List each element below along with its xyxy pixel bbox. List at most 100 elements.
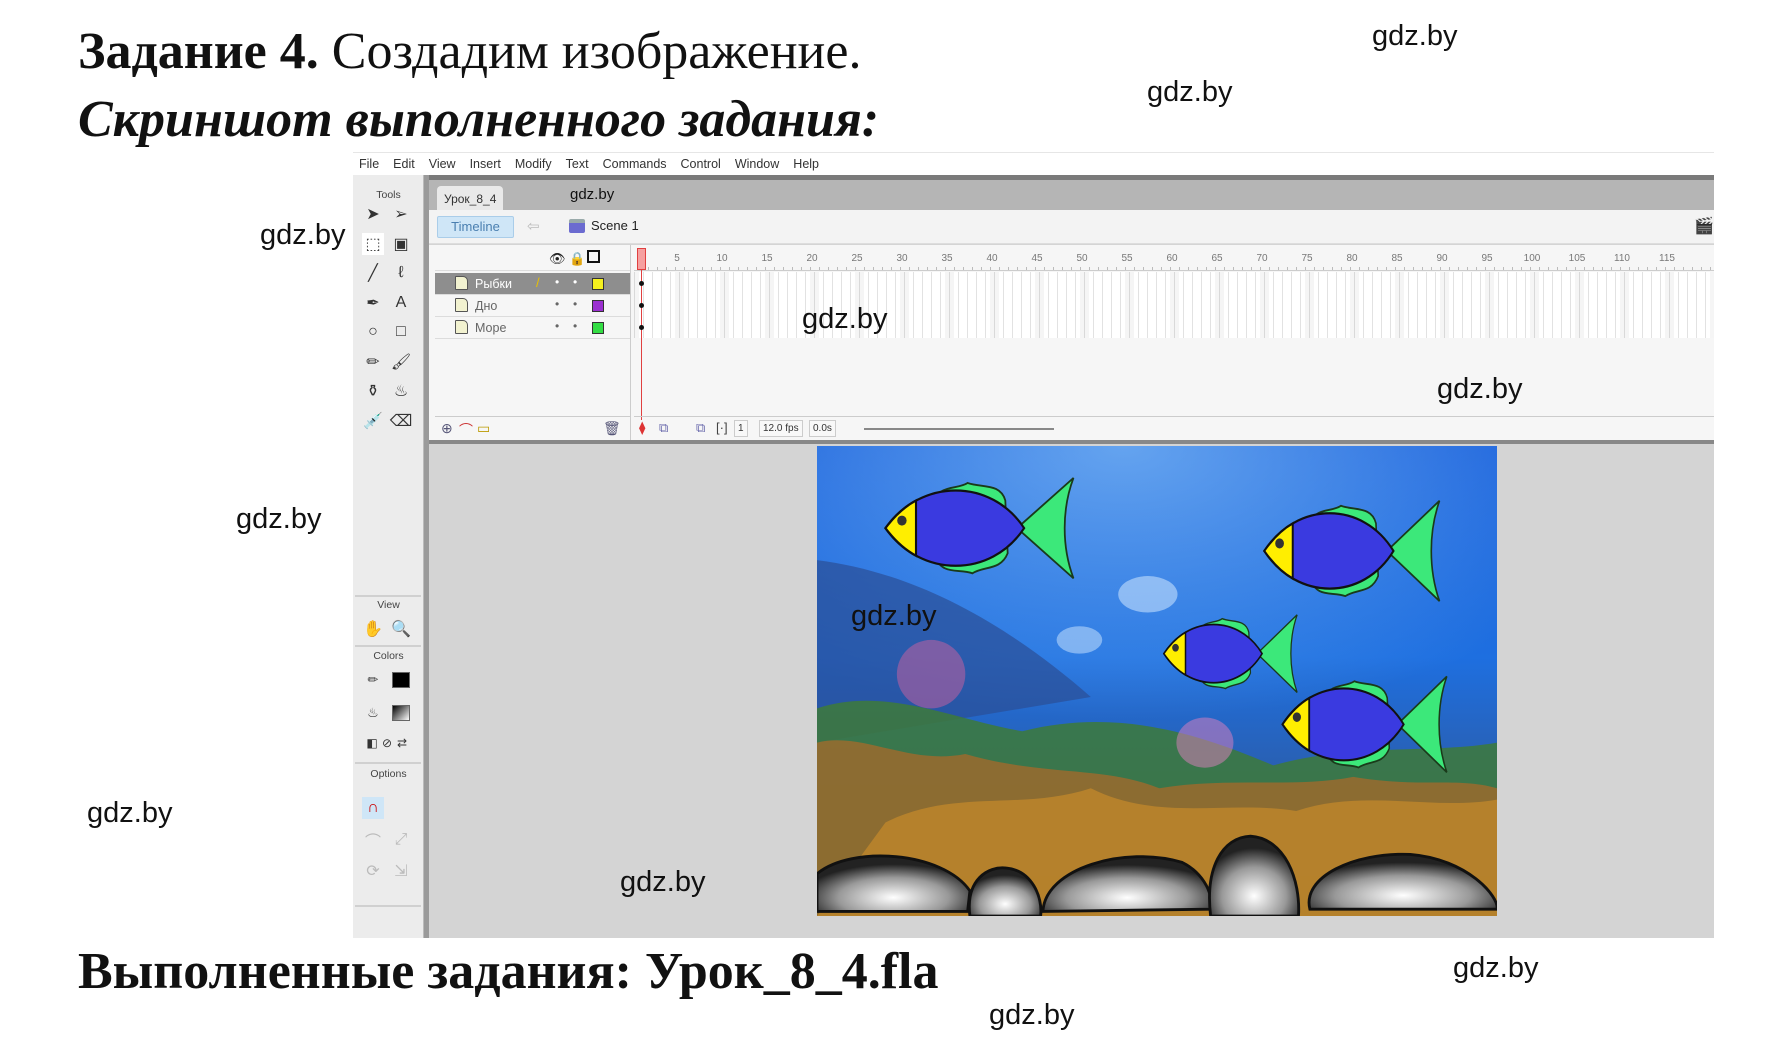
menu-insert[interactable]: Insert bbox=[470, 157, 501, 171]
straighten-icon[interactable]: ⤢ bbox=[390, 829, 412, 851]
outline-color-swatch[interactable] bbox=[592, 300, 604, 312]
scene-breadcrumb[interactable]: Scene 1 bbox=[569, 218, 639, 233]
ink-bottle-icon[interactable]: ⚱ bbox=[362, 380, 384, 402]
onion-skin-icon[interactable]: ⧉ bbox=[659, 420, 668, 436]
pen-icon[interactable]: ✒ bbox=[362, 292, 384, 314]
jellyfish bbox=[1118, 576, 1178, 613]
new-folder-icon[interactable]: ▭ bbox=[477, 420, 490, 437]
rotate-icon[interactable]: ⟳ bbox=[362, 860, 384, 882]
menu-modify[interactable]: Modify bbox=[515, 157, 552, 171]
ruler-label: 95 bbox=[1481, 253, 1493, 264]
paint-bucket-icon[interactable]: ♨ bbox=[390, 380, 412, 402]
scale-icon[interactable]: ⇲ bbox=[390, 860, 412, 882]
eye-icon[interactable]: 👁 bbox=[549, 251, 566, 267]
edit-scene-icon[interactable]: 🎬 bbox=[1694, 216, 1714, 236]
frames-panel[interactable]: 5 10 15 20 25 30 35 40 45 50 55 60 65 70 75 80 85 90 95 100… bbox=[634, 245, 1714, 440]
motion-guide-icon[interactable]: ⌒ bbox=[459, 420, 473, 440]
pencil-icon[interactable]: ✏ bbox=[362, 669, 384, 691]
watermark: gdz.by bbox=[236, 503, 322, 535]
subtitle: Скриншот выполненного задания: bbox=[78, 91, 880, 148]
tools-panel: Tools View Colors Options ➤ ➢ ⬚ ▣ ╱ ℓ ✒ A ○ □ ✏ 🖌 ⚱ ♨… bbox=[353, 175, 424, 938]
pencil-icon[interactable]: ✏ bbox=[362, 351, 384, 373]
swap-colors-icon[interactable]: ⇄ bbox=[391, 732, 413, 754]
timeline-panel: 👁 🔒 ⊕ ⌒ ▭ 🗑 Рыбки / • • Дно • • Море • • 5 10 15 20 2… bbox=[429, 245, 1714, 440]
options-label: Options bbox=[370, 768, 407, 780]
menu-commands[interactable]: Commands bbox=[603, 157, 667, 171]
lock-dot[interactable]: • bbox=[573, 319, 577, 333]
ruler-label: 25 bbox=[851, 253, 863, 264]
layer-row[interactable]: Дно • • bbox=[435, 295, 630, 317]
fill-color-swatch[interactable] bbox=[392, 705, 410, 721]
stage-canvas[interactable] bbox=[817, 446, 1497, 916]
keyframe[interactable] bbox=[639, 325, 644, 330]
keyframe[interactable] bbox=[639, 281, 644, 286]
menu-help[interactable]: Help bbox=[793, 157, 819, 171]
free-transform-icon[interactable]: ⬚ bbox=[362, 232, 384, 255]
subselection-arrow-icon[interactable]: ➢ bbox=[390, 203, 412, 225]
menu-edit[interactable]: Edit bbox=[393, 157, 415, 171]
brush-icon[interactable]: 🖌 bbox=[390, 351, 412, 373]
line-icon[interactable]: ╱ bbox=[362, 262, 384, 284]
outline-icon[interactable] bbox=[587, 250, 600, 263]
oval-icon[interactable]: ○ bbox=[362, 321, 384, 343]
view-label: View bbox=[377, 599, 400, 611]
outline-color-swatch[interactable] bbox=[592, 322, 604, 334]
playhead[interactable] bbox=[637, 248, 646, 270]
frame-rate[interactable]: 12.0 fps bbox=[759, 420, 803, 437]
snap-magnet-icon[interactable]: ∩ bbox=[362, 797, 384, 819]
hand-icon[interactable]: ✋ bbox=[362, 618, 384, 640]
layer-icon bbox=[455, 276, 468, 290]
menu-view[interactable]: View bbox=[429, 157, 456, 171]
ruler-label: 70 bbox=[1256, 253, 1268, 264]
layer-name: Дно bbox=[475, 299, 498, 313]
menu-control[interactable]: Control bbox=[681, 157, 721, 171]
layer-row[interactable]: Рыбки / • • bbox=[435, 273, 630, 295]
keyframe[interactable] bbox=[639, 303, 644, 308]
menu-file[interactable]: File bbox=[359, 157, 379, 171]
selection-arrow-icon[interactable]: ➤ bbox=[362, 203, 384, 225]
ruler-label: 15 bbox=[761, 253, 773, 264]
layer-icon bbox=[455, 298, 468, 312]
eraser-icon[interactable]: ⌫ bbox=[390, 410, 413, 432]
layer-row[interactable]: Море • • bbox=[435, 317, 630, 339]
onion-markers-icon[interactable]: [·] bbox=[716, 420, 728, 435]
tools-label: Tools bbox=[376, 189, 401, 201]
menu-text[interactable]: Text bbox=[566, 157, 589, 171]
layer-name: Море bbox=[475, 321, 507, 335]
menu-window[interactable]: Window bbox=[735, 157, 779, 171]
zoom-icon[interactable]: 🔍 bbox=[390, 618, 412, 640]
visibility-dot[interactable]: • bbox=[555, 319, 559, 333]
stroke-color-swatch[interactable] bbox=[392, 672, 410, 688]
document-tab[interactable]: Урок_8_4 bbox=[437, 186, 503, 210]
ruler-label: 110 bbox=[1614, 253, 1630, 264]
timeline-scrollbar[interactable] bbox=[864, 428, 1054, 430]
lasso-icon[interactable]: ℓ bbox=[390, 262, 412, 284]
rectangle-icon[interactable]: □ bbox=[390, 321, 412, 343]
visibility-dot[interactable]: • bbox=[555, 297, 559, 311]
eyedropper-icon[interactable]: 💉 bbox=[362, 410, 384, 432]
lock-dot[interactable]: • bbox=[573, 275, 577, 289]
current-frame: 1 bbox=[734, 420, 748, 437]
edit-multiple-frames-icon[interactable]: ⧉ bbox=[696, 420, 705, 436]
center-frame-icon[interactable]: ⧫ bbox=[639, 420, 645, 436]
delete-layer-icon[interactable]: 🗑 bbox=[603, 420, 621, 437]
paint-bucket-icon[interactable]: ♨ bbox=[362, 702, 384, 724]
timeline-ruler[interactable]: 5 10 15 20 25 30 35 40 45 50 55 60 65 70 75 80 85 90 95 100… bbox=[634, 247, 1714, 271]
jellyfish bbox=[1056, 626, 1103, 654]
watermark: gdz.by bbox=[989, 999, 1075, 1031]
smooth-icon[interactable]: ⌒ bbox=[362, 829, 384, 851]
lock-icon[interactable]: 🔒 bbox=[569, 251, 585, 267]
outline-color-swatch[interactable] bbox=[592, 278, 604, 290]
gradient-transform-icon[interactable]: ▣ bbox=[390, 233, 412, 255]
lock-dot[interactable]: • bbox=[573, 297, 577, 311]
watermark: gdz.by bbox=[802, 303, 888, 335]
timeline-button[interactable]: Timeline bbox=[437, 216, 514, 238]
visibility-dot[interactable]: • bbox=[555, 275, 559, 289]
watermark: gdz.by bbox=[1147, 76, 1233, 108]
ruler-label: 55 bbox=[1121, 253, 1133, 264]
new-layer-icon[interactable]: ⊕ bbox=[441, 420, 453, 437]
text-icon[interactable]: A bbox=[390, 292, 412, 314]
watermark: gdz.by bbox=[1372, 20, 1458, 52]
ruler-label: 5 bbox=[674, 253, 680, 264]
back-arrow-icon[interactable]: ⇦ bbox=[527, 217, 540, 235]
